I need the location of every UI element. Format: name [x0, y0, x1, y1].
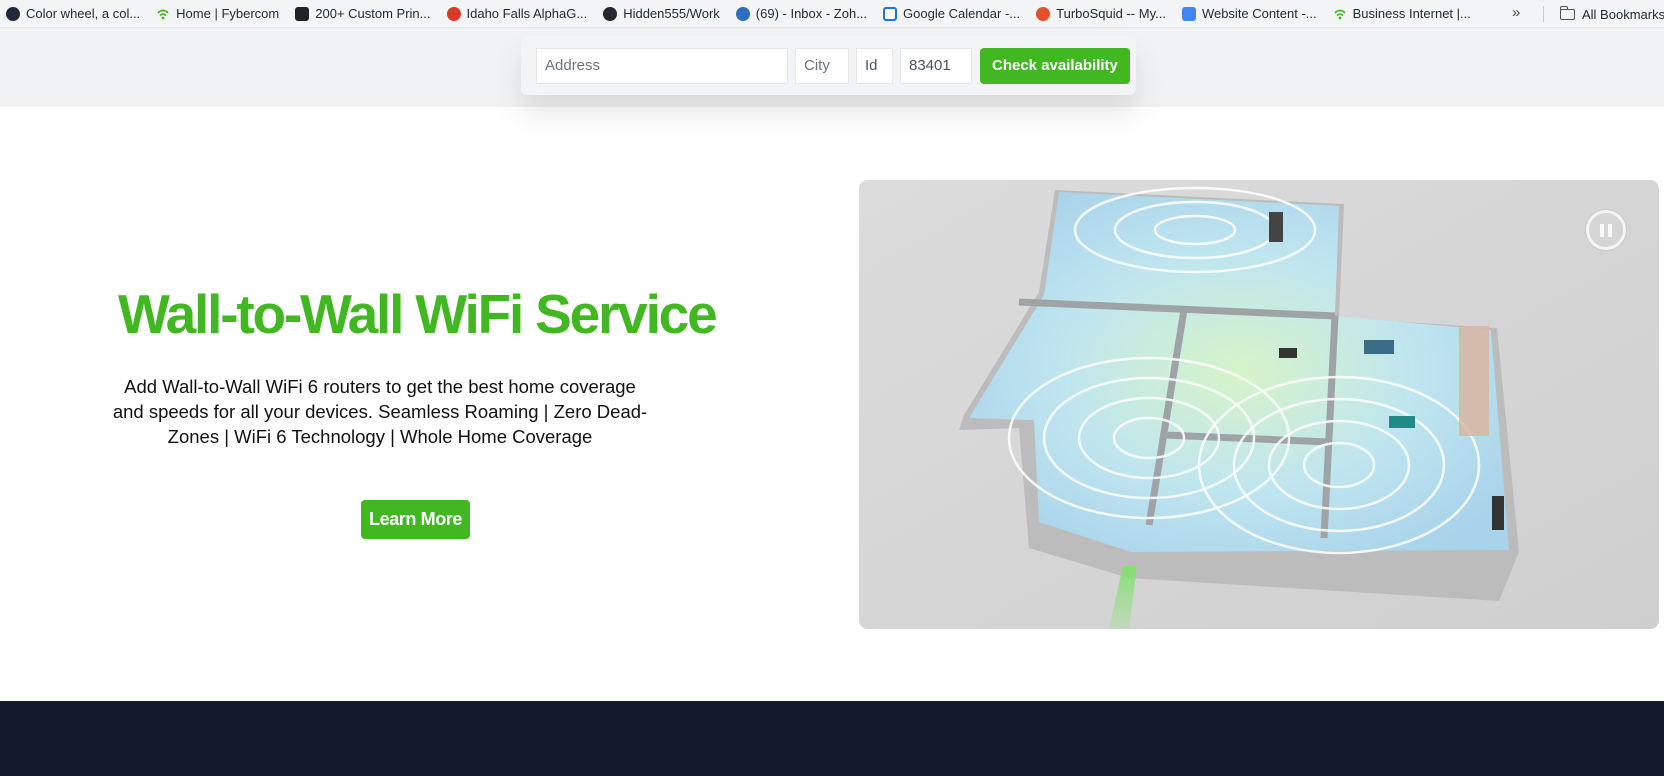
bookmarks-divider	[1543, 6, 1544, 22]
folder-icon	[1559, 5, 1575, 20]
pause-icon	[1600, 223, 1604, 237]
mail-icon	[735, 6, 750, 21]
pause-button[interactable]	[1586, 210, 1626, 250]
zip-input[interactable]	[900, 47, 972, 84]
dark-section	[0, 701, 1664, 776]
all-bookmarks-button[interactable]: All Bookmarks	[1559, 0, 1664, 28]
ag-icon	[446, 6, 461, 21]
bookmark-item[interactable]: (69) - Inbox - Zoh...	[735, 2, 868, 26]
wifi-floorplan-image	[859, 180, 1659, 629]
floorplan-illustration	[859, 180, 1659, 629]
bookmark-item[interactable]: Business Internet |...	[1333, 2, 1471, 26]
hero-title: Wall-to-Wall WiFi Service	[118, 283, 718, 345]
bookmark-label: Home | Fybercom	[176, 6, 280, 21]
bookmark-item[interactable]: Google Calendar -...	[883, 2, 1020, 26]
bookmark-item[interactable]: Color wheel, a col...	[6, 2, 140, 26]
hero-description: Add Wall-to-Wall WiFi 6 routers to get t…	[112, 376, 648, 447]
address-input[interactable]	[536, 47, 788, 84]
color-wheel-icon	[6, 6, 20, 21]
state-input[interactable]	[856, 47, 893, 84]
bookmarks-overflow-button[interactable]: »	[1512, 4, 1520, 21]
docs-icon	[1181, 6, 1196, 21]
pause-icon	[1608, 223, 1612, 237]
github-icon	[603, 6, 618, 21]
bookmark-item[interactable]: Hidden555/Work	[603, 2, 720, 26]
city-input[interactable]	[795, 47, 849, 84]
bookmark-label: Color wheel, a col...	[26, 6, 141, 21]
print-icon	[295, 6, 310, 21]
calendar-icon	[883, 6, 898, 21]
wifi-icon	[1333, 7, 1347, 21]
bookmark-label: Google Calendar -...	[903, 6, 1021, 21]
all-bookmarks-label: All Bookmarks	[1582, 6, 1664, 22]
check-availability-button[interactable]: Check availability	[980, 47, 1130, 84]
bookmark-label: Website Content -...	[1201, 6, 1317, 21]
bookmark-label: (69) - Inbox - Zoh...	[755, 6, 868, 21]
turbosquid-icon	[1036, 6, 1051, 21]
availability-form: Check availability	[521, 36, 1136, 95]
bookmark-item[interactable]: Idaho Falls AlphaG...	[446, 2, 588, 26]
bookmark-label: 200+ Custom Prin...	[315, 6, 431, 21]
bookmark-label: TurboSquid -- My...	[1056, 6, 1166, 21]
bookmark-label: Idaho Falls AlphaG...	[466, 6, 588, 21]
wifi-icon	[156, 7, 170, 21]
bookmark-item[interactable]: Home | Fybercom	[156, 2, 279, 26]
bookmarks-bar: Color wheel, a col... Home | Fybercom 20…	[0, 0, 1664, 28]
bookmark-item[interactable]: TurboSquid -- My...	[1036, 2, 1166, 26]
bookmark-label: Business Internet |...	[1352, 6, 1471, 21]
bookmark-item[interactable]: Website Content -...	[1181, 2, 1317, 26]
learn-more-button[interactable]: Learn More	[361, 500, 470, 539]
bookmark-item[interactable]: 200+ Custom Prin...	[295, 2, 431, 26]
bookmark-label: Hidden555/Work	[623, 6, 720, 21]
